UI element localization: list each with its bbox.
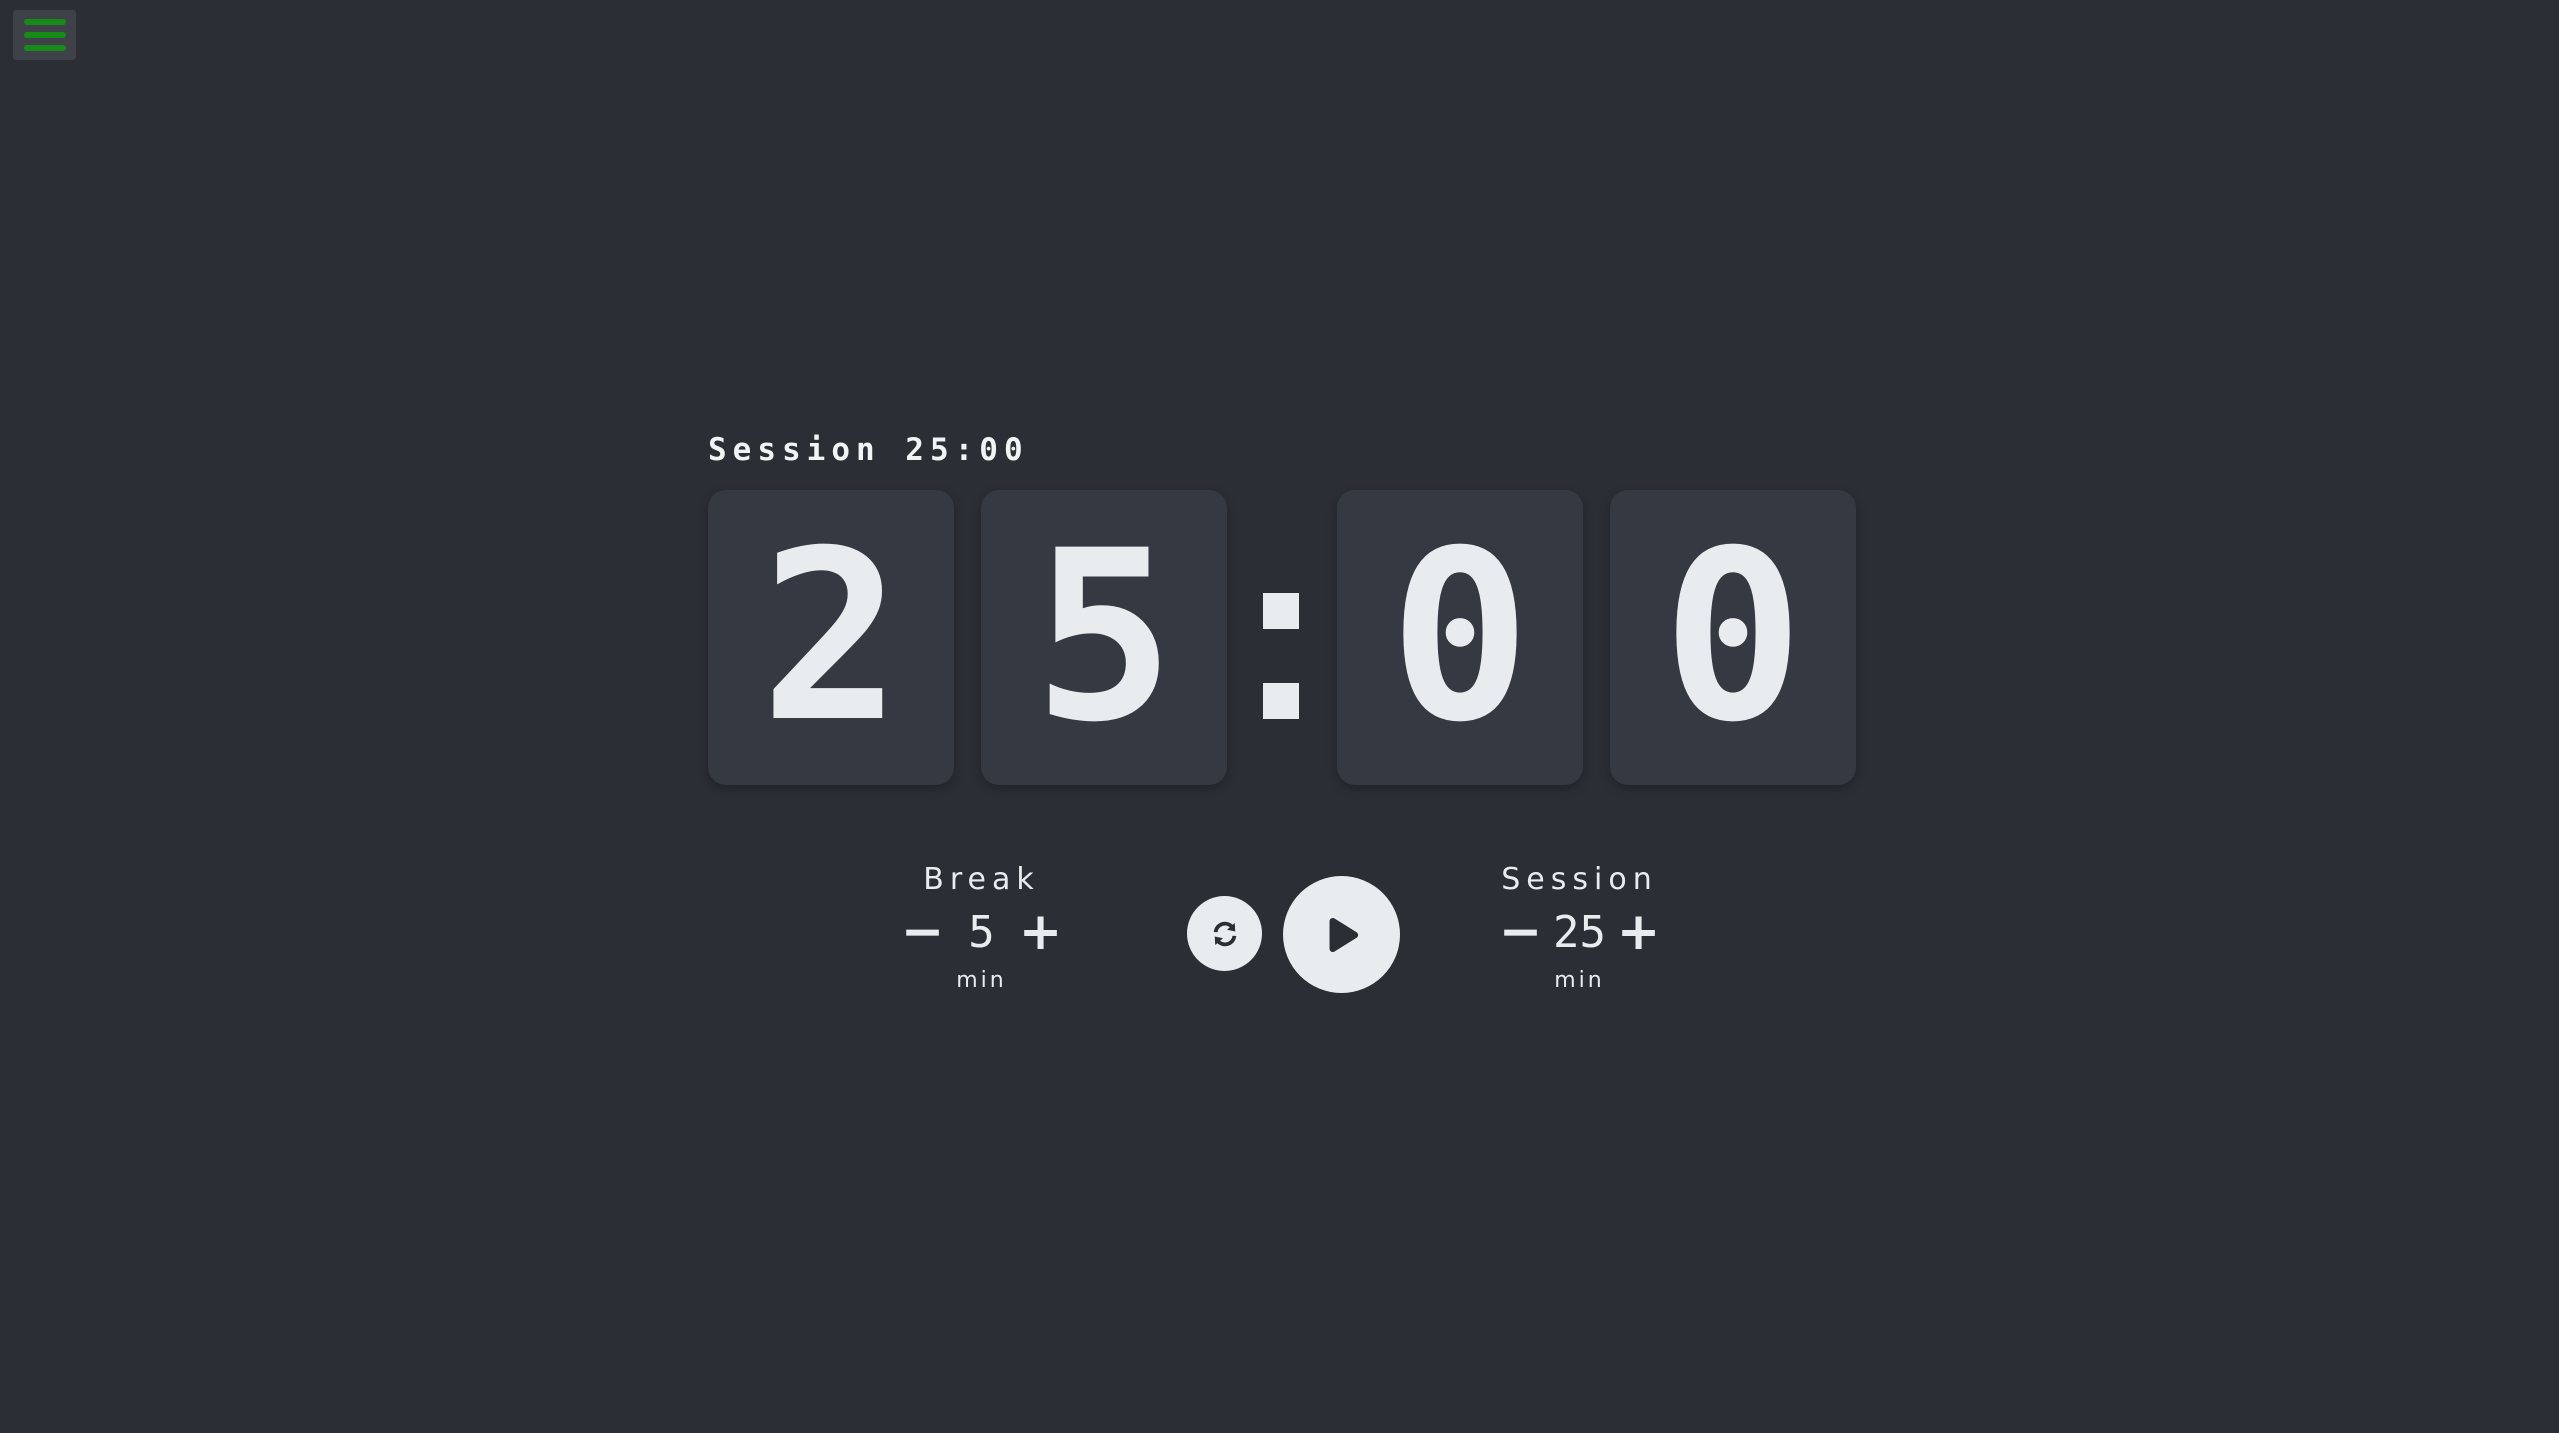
refresh-icon xyxy=(1213,921,1236,946)
hamburger-menu-icon xyxy=(23,19,66,25)
break-stepper: − 5 + xyxy=(880,902,1083,962)
digit-card-minutes-tens: 2 xyxy=(708,490,954,785)
timer-display: Session 25:00 2 5 0 0 xyxy=(708,430,1858,785)
play-button[interactable] xyxy=(1283,876,1400,993)
session-length-value: 25 xyxy=(1553,906,1606,958)
separator-dot-top xyxy=(1263,593,1299,629)
break-length-control: Break − 5 + min xyxy=(880,860,1083,993)
digit-card-seconds-ones: 0 xyxy=(1610,490,1856,785)
break-decrement-button[interactable]: − xyxy=(899,906,947,958)
hamburger-menu-icon-bar xyxy=(23,32,66,38)
break-increment-button[interactable]: + xyxy=(1017,906,1065,958)
digit-seconds-ones: 0 xyxy=(1662,501,1804,774)
break-length-value: 5 xyxy=(968,906,995,958)
hamburger-menu-icon-bar xyxy=(23,45,66,51)
digit-minutes-tens: 2 xyxy=(760,501,902,774)
session-increment-button[interactable]: + xyxy=(1615,906,1663,958)
digit-card-seconds-tens: 0 xyxy=(1337,490,1583,785)
digit-minutes-ones: 5 xyxy=(1033,501,1175,774)
break-unit: min xyxy=(956,968,1007,993)
session-stepper: − 25 + xyxy=(1478,902,1681,962)
reset-button[interactable] xyxy=(1187,896,1262,971)
break-label: Break xyxy=(923,862,1040,897)
timer-digits: 2 5 0 0 xyxy=(708,490,1858,785)
timer-label: Session 25:00 xyxy=(708,432,1029,468)
separator-dot-bottom xyxy=(1263,683,1299,719)
digit-seconds-tens: 0 xyxy=(1389,501,1531,774)
session-label: Session xyxy=(1501,862,1658,897)
session-length-control: Session − 25 + min xyxy=(1478,860,1681,993)
session-decrement-button[interactable]: − xyxy=(1497,906,1545,958)
digit-card-minutes-ones: 5 xyxy=(981,490,1227,785)
session-unit: min xyxy=(1554,968,1605,993)
play-icon xyxy=(1329,917,1358,952)
menu-button[interactable] xyxy=(13,10,76,60)
